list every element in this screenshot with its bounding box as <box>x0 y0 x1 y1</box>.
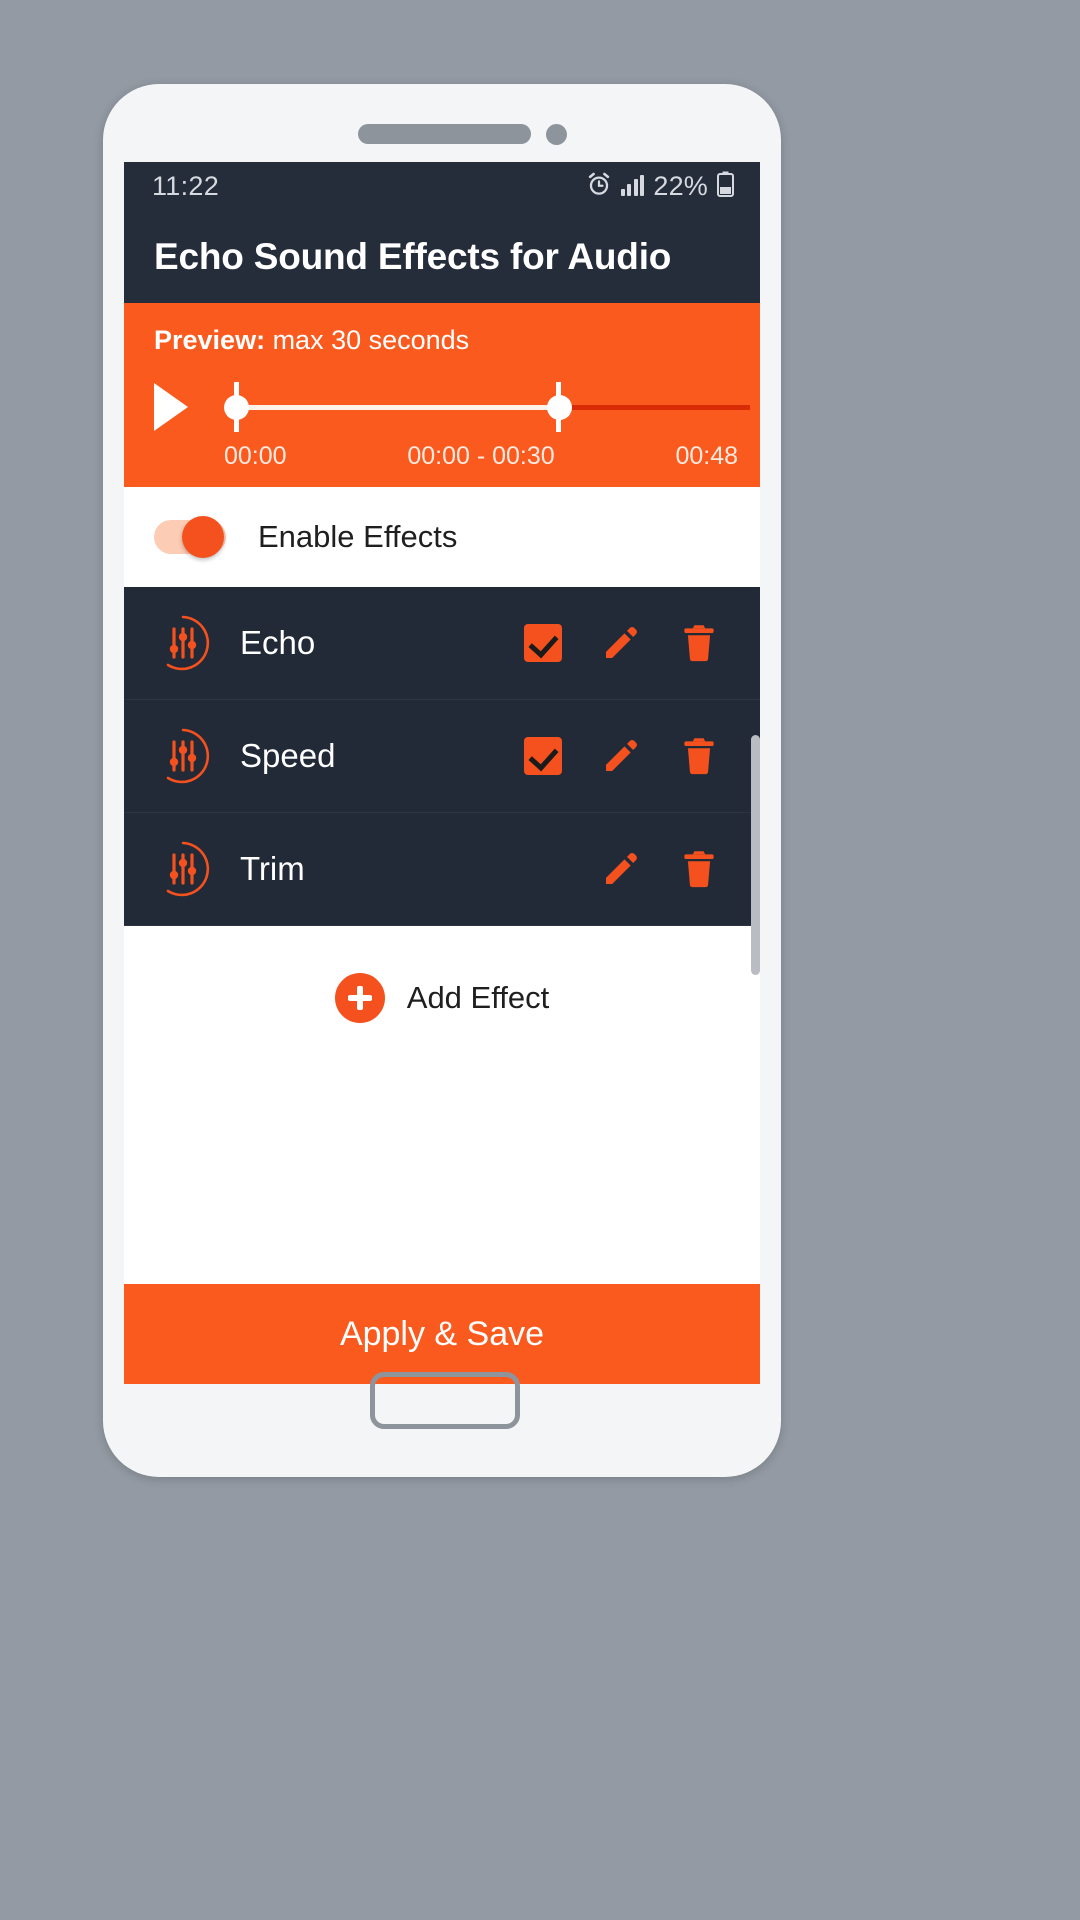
effect-row-actions <box>504 849 738 889</box>
trash-icon[interactable] <box>660 623 738 663</box>
checkbox-checked-icon <box>524 624 562 662</box>
preview-panel: Preview: max 30 seconds 00:00 00:00 - 00… <box>124 303 760 487</box>
effect-checkbox[interactable] <box>504 624 582 662</box>
enable-effects-label: Enable Effects <box>258 519 458 554</box>
add-effect-area: Add Effect <box>124 926 760 1284</box>
status-time: 11:22 <box>152 170 220 201</box>
enable-effects-toggle[interactable] <box>154 516 230 558</box>
status-bar: 11:22 22% <box>124 162 760 210</box>
toggle-knob <box>182 516 224 558</box>
add-effect-button[interactable]: Add Effect <box>334 971 550 1025</box>
status-icons: 22% <box>586 171 734 202</box>
front-camera-icon <box>546 124 567 145</box>
slider-end-handle[interactable] <box>547 395 573 420</box>
equalizer-icon <box>152 838 214 900</box>
player-row <box>124 374 760 440</box>
time-total-label: 00:48 <box>675 442 738 470</box>
effect-row-echo[interactable]: Echo <box>124 587 760 700</box>
effect-name: Echo <box>240 624 316 661</box>
trash-icon[interactable] <box>660 849 738 889</box>
home-button[interactable] <box>370 1372 520 1429</box>
time-range-label: 00:00 - 00:30 <box>407 442 555 470</box>
add-effect-label: Add Effect <box>406 980 550 1015</box>
preview-label: Preview: max 30 seconds <box>124 325 760 356</box>
pencil-icon[interactable] <box>582 736 660 776</box>
app-header: Echo Sound Effects for Audio <box>124 210 760 303</box>
preview-range-slider[interactable] <box>224 376 750 438</box>
battery-percentage: 22% <box>653 170 708 201</box>
phone-screen: 11:22 22% Echo Sound Effects for Audio P… <box>124 162 760 1384</box>
pencil-icon[interactable] <box>582 849 660 889</box>
battery-icon <box>717 171 734 202</box>
effects-list: Echo Speed Trim <box>124 587 760 975</box>
effect-row-speed[interactable]: Speed <box>124 700 760 813</box>
effect-name: Speed <box>240 737 336 774</box>
time-start-label: 00:00 <box>224 442 287 470</box>
trash-icon[interactable] <box>660 736 738 776</box>
effect-name: Trim <box>240 850 305 887</box>
page-title: Echo Sound Effects for Audio <box>154 235 672 277</box>
alarm-clock-icon <box>586 171 612 202</box>
effect-row-actions <box>504 623 738 663</box>
effect-row-trim[interactable]: Trim <box>124 813 760 926</box>
speaker-grille-icon <box>358 124 531 144</box>
preview-label-rest: max 30 seconds <box>265 325 470 355</box>
slider-track-selected <box>226 405 555 410</box>
effect-checkbox[interactable] <box>504 737 582 775</box>
phone-frame: 11:22 22% Echo Sound Effects for Audio P… <box>103 84 781 1477</box>
play-icon[interactable] <box>148 380 198 434</box>
enable-effects-row[interactable]: Enable Effects <box>124 487 760 587</box>
list-scrollbar[interactable] <box>751 735 760 975</box>
pencil-icon[interactable] <box>582 623 660 663</box>
checkbox-checked-icon <box>524 737 562 775</box>
equalizer-icon <box>152 725 214 787</box>
preview-label-bold: Preview: <box>154 325 266 355</box>
plus-circle-icon <box>334 973 385 1023</box>
signal-bars-icon <box>620 175 645 196</box>
effect-row-actions <box>504 736 738 776</box>
equalizer-icon <box>152 612 214 674</box>
apply-save-button[interactable]: Apply & Save <box>124 1284 760 1384</box>
slider-start-handle[interactable] <box>224 395 249 420</box>
preview-time-labels: 00:00 00:00 - 00:30 00:48 <box>124 442 760 471</box>
apply-save-label: Apply & Save <box>339 1314 545 1353</box>
